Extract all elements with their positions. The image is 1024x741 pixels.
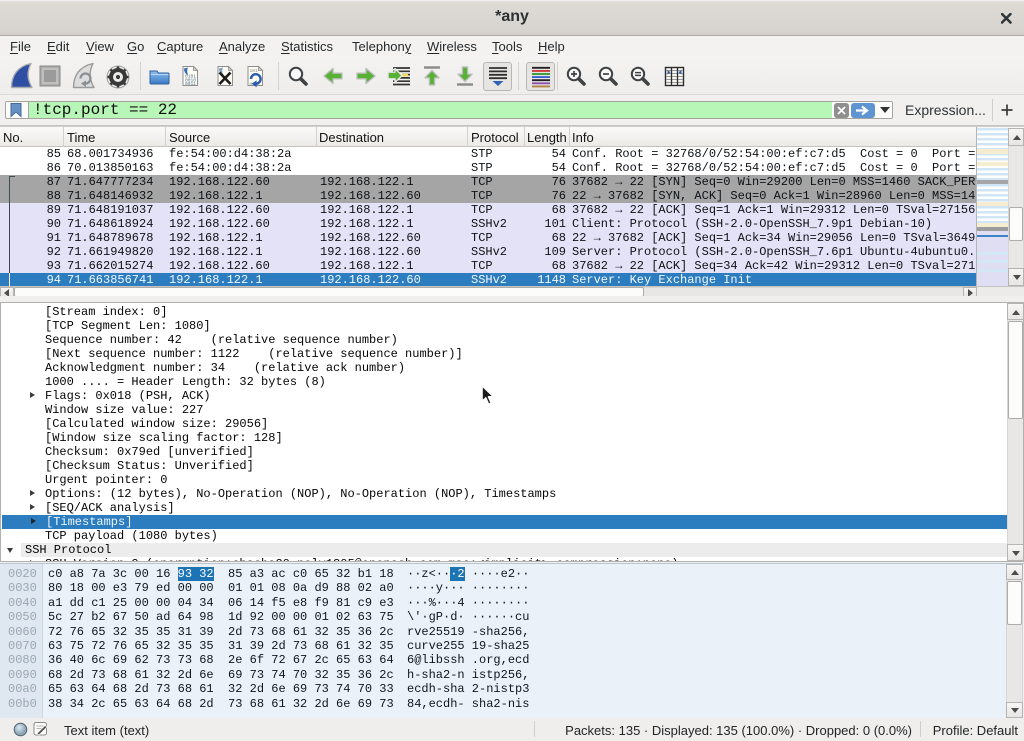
svg-text:0011: 0011 bbox=[185, 81, 196, 87]
